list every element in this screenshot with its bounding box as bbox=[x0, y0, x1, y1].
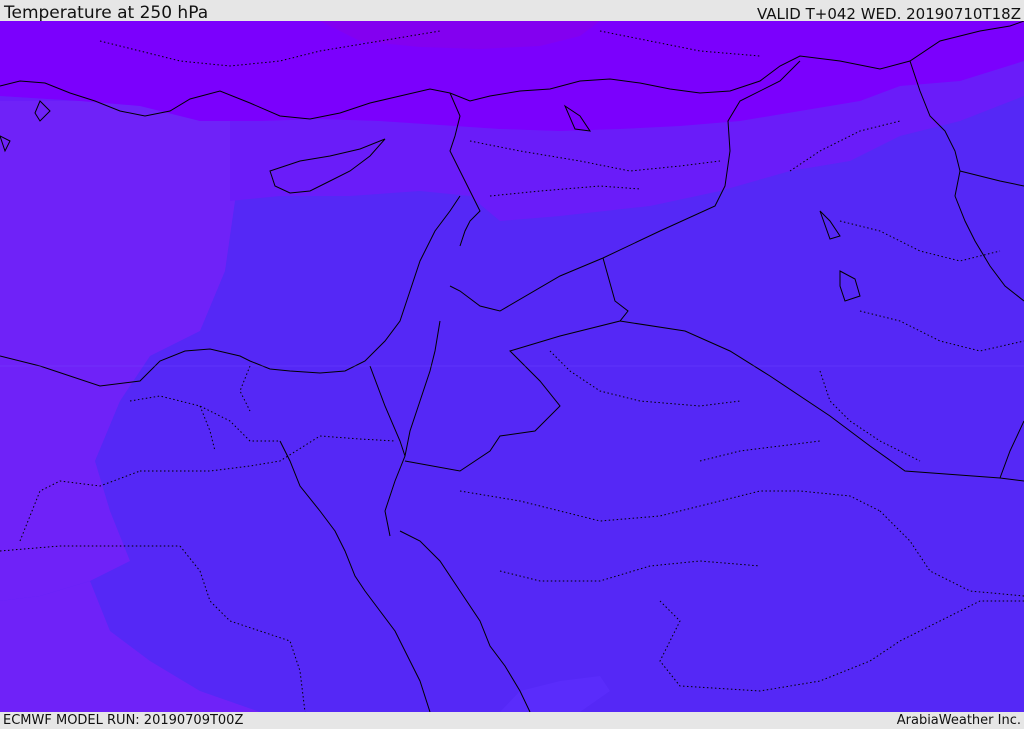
header-bar: Temperature at 250 hPa VALID T+042 WED. … bbox=[0, 0, 1024, 23]
model-run-label: ECMWF MODEL RUN: 20190709T00Z bbox=[3, 713, 244, 728]
credit-label: ArabiaWeather Inc. bbox=[896, 713, 1021, 728]
footer-bar: ECMWF MODEL RUN: 20190709T00Z ArabiaWeat… bbox=[0, 712, 1024, 729]
weather-map-page: Temperature at 250 hPa VALID T+042 WED. … bbox=[0, 0, 1024, 729]
map-title: Temperature at 250 hPa bbox=[4, 3, 209, 23]
temperature-map-svg bbox=[0, 21, 1024, 712]
map-area[interactable] bbox=[0, 21, 1024, 712]
